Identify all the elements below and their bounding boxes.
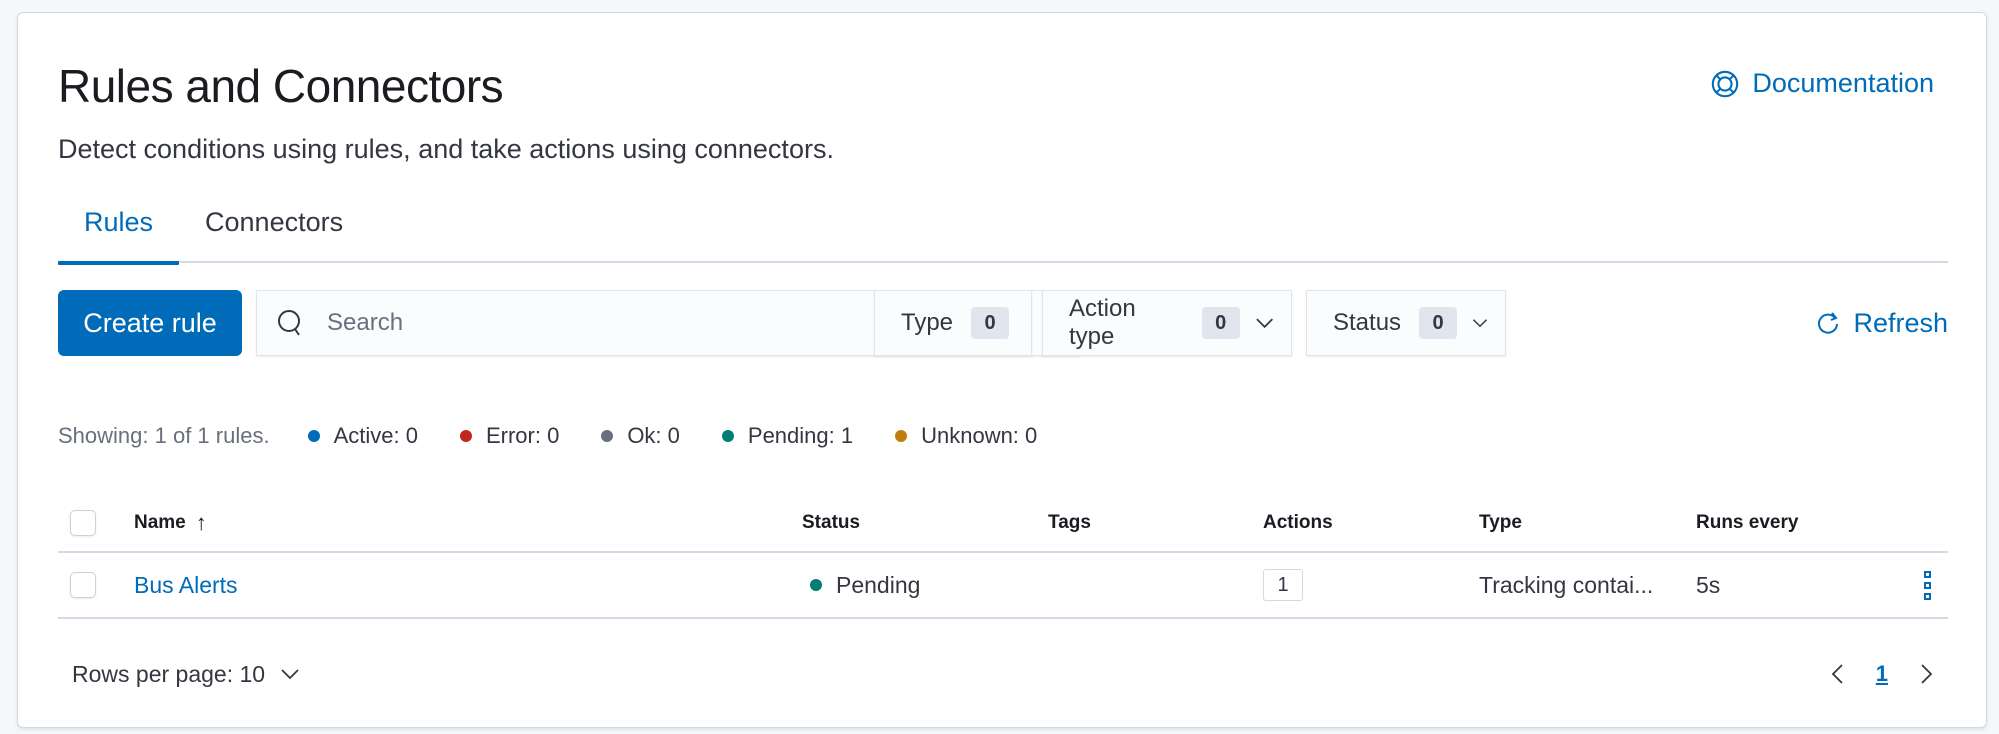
documentation-label: Documentation xyxy=(1752,68,1934,99)
tab-rules[interactable]: Rules xyxy=(58,193,179,263)
rule-status: Pending xyxy=(810,572,920,599)
stat-ok: Ok: 0 xyxy=(601,423,680,449)
unknown-status-dot-icon xyxy=(895,430,907,442)
rule-type: Tracking contai... xyxy=(1479,572,1653,599)
column-actions-header: Actions xyxy=(1263,512,1333,534)
page-1-button[interactable]: 1 xyxy=(1876,661,1888,687)
documentation-link[interactable]: Documentation xyxy=(1710,68,1934,99)
showing-count: Showing: 1 of 1 rules. xyxy=(58,423,270,449)
pending-status-dot-icon xyxy=(722,430,734,442)
rule-status-label: Pending xyxy=(836,572,920,599)
error-status-dot-icon xyxy=(460,430,472,442)
column-runs-every-header: Runs every xyxy=(1696,512,1798,534)
row-actions-menu-icon[interactable] xyxy=(1924,571,1931,600)
previous-page-icon[interactable] xyxy=(1828,662,1848,686)
action-type-filter[interactable]: Action type 0 xyxy=(1042,290,1292,356)
stat-active: Active: 0 xyxy=(308,423,418,449)
rule-actions-count-badge: 1 xyxy=(1263,569,1303,601)
rules-connectors-panel: Rules and Connectors Documentation Detec… xyxy=(17,12,1987,728)
row-select-checkbox[interactable] xyxy=(70,572,96,598)
help-lifebuoy-icon xyxy=(1710,69,1740,99)
next-page-icon[interactable] xyxy=(1916,662,1936,686)
stat-unknown: Unknown: 0 xyxy=(895,423,1037,449)
tab-bar: Rules Connectors xyxy=(58,193,1948,263)
rules-toolbar: Create rule Type 0 Action type 0 Status … xyxy=(58,290,1948,356)
stat-error-label: Error: 0 xyxy=(486,423,559,449)
page-title: Rules and Connectors xyxy=(58,59,503,113)
create-rule-button[interactable]: Create rule xyxy=(58,290,242,356)
column-status-header: Status xyxy=(802,512,860,534)
rules-status-summary: Showing: 1 of 1 rules. Active: 0 Error: … xyxy=(58,423,1079,449)
table-header: Name ↑ Status Tags Actions Type Runs eve… xyxy=(58,495,1948,553)
status-filter-label: Status xyxy=(1333,309,1401,337)
rows-per-page-select[interactable]: Rows per page: 10 xyxy=(72,651,301,697)
column-tags-header: Tags xyxy=(1048,512,1091,534)
pagination: 1 xyxy=(1828,651,1936,697)
refresh-button[interactable]: Refresh xyxy=(1815,290,1948,356)
chevron-down-icon xyxy=(279,663,301,685)
page-subtitle: Detect conditions using rules, and take … xyxy=(58,134,834,165)
stat-error: Error: 0 xyxy=(460,423,559,449)
column-type-header: Type xyxy=(1479,512,1522,534)
search-icon xyxy=(275,307,307,339)
tab-connectors[interactable]: Connectors xyxy=(179,193,369,263)
rows-per-page-label: Rows per page: 10 xyxy=(72,661,265,688)
column-name-header[interactable]: Name ↑ xyxy=(134,510,207,536)
stat-active-label: Active: 0 xyxy=(334,423,418,449)
action-type-filter-label: Action type xyxy=(1069,295,1184,351)
sort-ascending-icon: ↑ xyxy=(196,510,207,536)
rule-name-link[interactable]: Bus Alerts xyxy=(134,572,238,599)
rules-table: Name ↑ Status Tags Actions Type Runs eve… xyxy=(58,495,1948,619)
rule-runs-every: 5s xyxy=(1696,572,1720,599)
stat-unknown-label: Unknown: 0 xyxy=(921,423,1037,449)
refresh-label: Refresh xyxy=(1853,308,1948,339)
ok-status-dot-icon xyxy=(601,430,613,442)
type-filter[interactable]: Type 0 xyxy=(874,290,1032,356)
chevron-down-icon xyxy=(1471,312,1489,334)
column-name-label: Name xyxy=(134,512,186,534)
chevron-down-icon xyxy=(1254,312,1275,334)
stat-ok-label: Ok: 0 xyxy=(627,423,680,449)
stat-pending-label: Pending: 1 xyxy=(748,423,853,449)
select-all-checkbox[interactable] xyxy=(70,510,96,536)
stat-pending: Pending: 1 xyxy=(722,423,853,449)
table-footer: Rows per page: 10 1 xyxy=(58,651,1948,697)
action-type-filter-count: 0 xyxy=(1202,307,1240,339)
status-filter-count: 0 xyxy=(1419,307,1457,339)
type-filter-label: Type xyxy=(901,309,953,337)
pending-status-dot-icon xyxy=(810,579,822,591)
refresh-icon xyxy=(1815,310,1841,336)
type-filter-count: 0 xyxy=(971,307,1009,339)
status-filter[interactable]: Status 0 xyxy=(1306,290,1506,356)
table-row: Bus Alerts Pending 1 Tracking contai... … xyxy=(58,553,1948,619)
active-status-dot-icon xyxy=(308,430,320,442)
